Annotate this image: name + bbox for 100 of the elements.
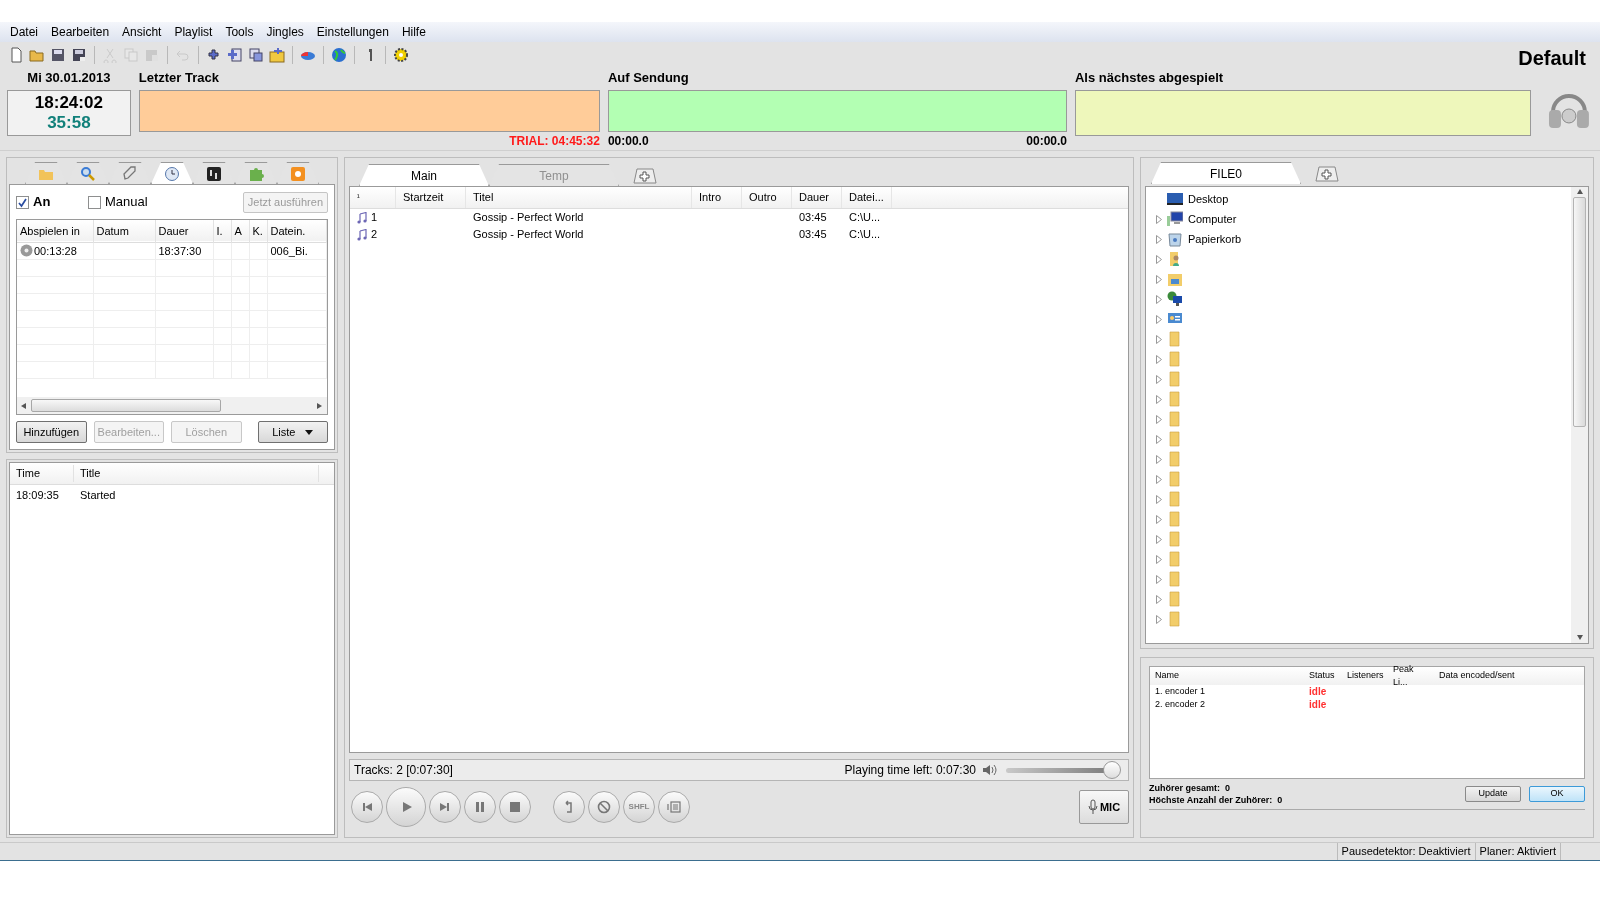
puzzle-icon xyxy=(248,165,264,182)
add-a-icon[interactable] xyxy=(206,47,222,63)
tree-item[interactable]: Papierkorb xyxy=(1188,230,1242,248)
repeat-button[interactable] xyxy=(553,791,585,823)
playing-time-left: Playing time left: 0:07:30 xyxy=(844,762,976,779)
menu-item[interactable]: Tools xyxy=(219,23,260,41)
open-icon[interactable] xyxy=(29,47,45,63)
column-header[interactable]: Datei... xyxy=(842,187,892,208)
column-header[interactable]: Name xyxy=(1150,669,1304,683)
column-header[interactable]: Dauer xyxy=(792,187,842,208)
menu-item[interactable]: Datei xyxy=(4,23,44,41)
list-button[interactable] xyxy=(658,791,690,823)
table-cell-text: C:\U... xyxy=(849,210,881,226)
folder-icon xyxy=(1167,491,1183,507)
scroll-right-icon[interactable] xyxy=(317,402,323,409)
tab[interactable]: Main xyxy=(359,164,489,186)
dialog-button[interactable]: OK xyxy=(1529,786,1585,802)
folder-icon xyxy=(1167,511,1183,527)
vertical-scrollbar[interactable] xyxy=(1571,187,1588,643)
caret-icon xyxy=(305,429,314,435)
column-header[interactable]: Title xyxy=(74,465,319,482)
new-icon[interactable] xyxy=(8,47,24,63)
table-cell-text: Gossip - Perfect World xyxy=(473,210,584,226)
tag-icon xyxy=(122,165,138,182)
column-header[interactable]: Time xyxy=(10,465,74,482)
column-header[interactable]: Listeners xyxy=(1342,669,1388,683)
profile-name: Default xyxy=(1518,46,1586,71)
tree-item[interactable]: Desktop xyxy=(1188,190,1229,208)
column-header[interactable]: A xyxy=(231,220,249,242)
column-header[interactable]: Outro xyxy=(742,187,792,208)
folder-icon xyxy=(1167,551,1183,567)
globe-icon[interactable] xyxy=(331,47,347,63)
folder-icon xyxy=(1167,531,1183,547)
table-cell-text: 00:13:28 xyxy=(34,243,77,259)
column-header[interactable]: ¹ xyxy=(350,187,396,208)
stop-button[interactable] xyxy=(499,791,531,823)
date-label: Mi 30.01.2013 xyxy=(26,69,112,87)
elapsed-time: 00:00.0 xyxy=(607,133,649,150)
add-tab-icon[interactable] xyxy=(1315,166,1339,182)
play-button[interactable] xyxy=(386,787,426,827)
column-header[interactable]: K. xyxy=(249,220,267,242)
table-cell-text: C:\U... xyxy=(849,227,881,243)
list-icon xyxy=(666,799,682,815)
save-as-icon[interactable] xyxy=(71,47,87,63)
action-button[interactable]: Hinzufügen xyxy=(16,421,87,443)
checkbox[interactable] xyxy=(16,195,29,209)
previous-button[interactable] xyxy=(351,791,383,823)
column-header[interactable]: Abspielen in xyxy=(17,220,93,242)
speaker-icon[interactable] xyxy=(982,763,998,777)
list-dropdown-button[interactable]: Liste xyxy=(257,421,328,443)
column-header[interactable]: Dauer xyxy=(155,220,213,242)
column-header[interactable]: Startzeit xyxy=(396,187,466,208)
column-header[interactable]: Datum xyxy=(93,220,155,242)
menu-item[interactable]: Hilfe xyxy=(395,23,432,41)
tree-item[interactable]: Computer xyxy=(1188,210,1237,228)
checkbox[interactable] xyxy=(88,195,101,209)
clock-icon xyxy=(164,165,180,182)
pause-button[interactable] xyxy=(464,791,496,823)
slider-thumb[interactable] xyxy=(1103,761,1121,779)
add-d-icon[interactable] xyxy=(269,47,285,63)
panel-title: Letzter Track xyxy=(138,69,220,87)
table-cell-text: 18:37:30 xyxy=(158,243,202,259)
column-header[interactable]: Intro xyxy=(692,187,742,208)
mic-button[interactable]: MIC xyxy=(1079,790,1129,824)
tab[interactable]: FILE0 xyxy=(1151,162,1301,184)
column-header[interactable]: Peak Li... xyxy=(1388,662,1434,690)
scroll-up-icon[interactable] xyxy=(1576,189,1583,195)
add-b-icon[interactable] xyxy=(227,47,243,63)
add-c-icon[interactable] xyxy=(248,47,264,63)
folder-icon xyxy=(1167,351,1183,367)
column-header[interactable]: I. xyxy=(213,220,231,242)
table-cell-text: 2 xyxy=(371,227,378,243)
table-cell-text: Started xyxy=(79,487,117,503)
scroll-left-icon[interactable] xyxy=(21,402,27,409)
dialog-button[interactable]: Update xyxy=(1465,786,1521,802)
menu-item[interactable]: Einstellungen xyxy=(310,23,395,41)
scroll-down-icon[interactable] xyxy=(1576,635,1583,641)
trial-label: TRIAL: 04:45:32 xyxy=(509,133,600,150)
folder-icon xyxy=(1167,591,1183,607)
folder-icon xyxy=(1167,371,1183,387)
menu-item[interactable]: Playlist xyxy=(168,23,219,41)
folder-icon xyxy=(1167,431,1183,447)
horizontal-scrollbar[interactable] xyxy=(17,397,327,414)
menu-item[interactable]: Bearbeiten xyxy=(45,23,116,41)
block-icon xyxy=(596,799,612,815)
microphone-icon xyxy=(1087,799,1098,815)
block-button[interactable] xyxy=(588,791,620,823)
panel-title: Als nächstes abgespielt xyxy=(1075,69,1225,87)
column-header[interactable]: Datein. xyxy=(267,220,327,242)
gear-icon[interactable] xyxy=(393,47,409,63)
column-header[interactable]: Status xyxy=(1304,669,1342,683)
folder-icon xyxy=(1167,271,1183,287)
table-cell-text: 006_Bi. xyxy=(270,243,308,259)
column-header[interactable]: Titel xyxy=(466,187,692,208)
menu-item[interactable]: Jingles xyxy=(260,23,310,41)
column-header[interactable]: Data encoded/sent xyxy=(1434,669,1540,683)
next-button[interactable] xyxy=(429,791,461,823)
menu-item[interactable]: Ansicht xyxy=(116,23,168,41)
add-tab-icon[interactable] xyxy=(633,168,657,184)
save-icon[interactable] xyxy=(50,47,66,63)
